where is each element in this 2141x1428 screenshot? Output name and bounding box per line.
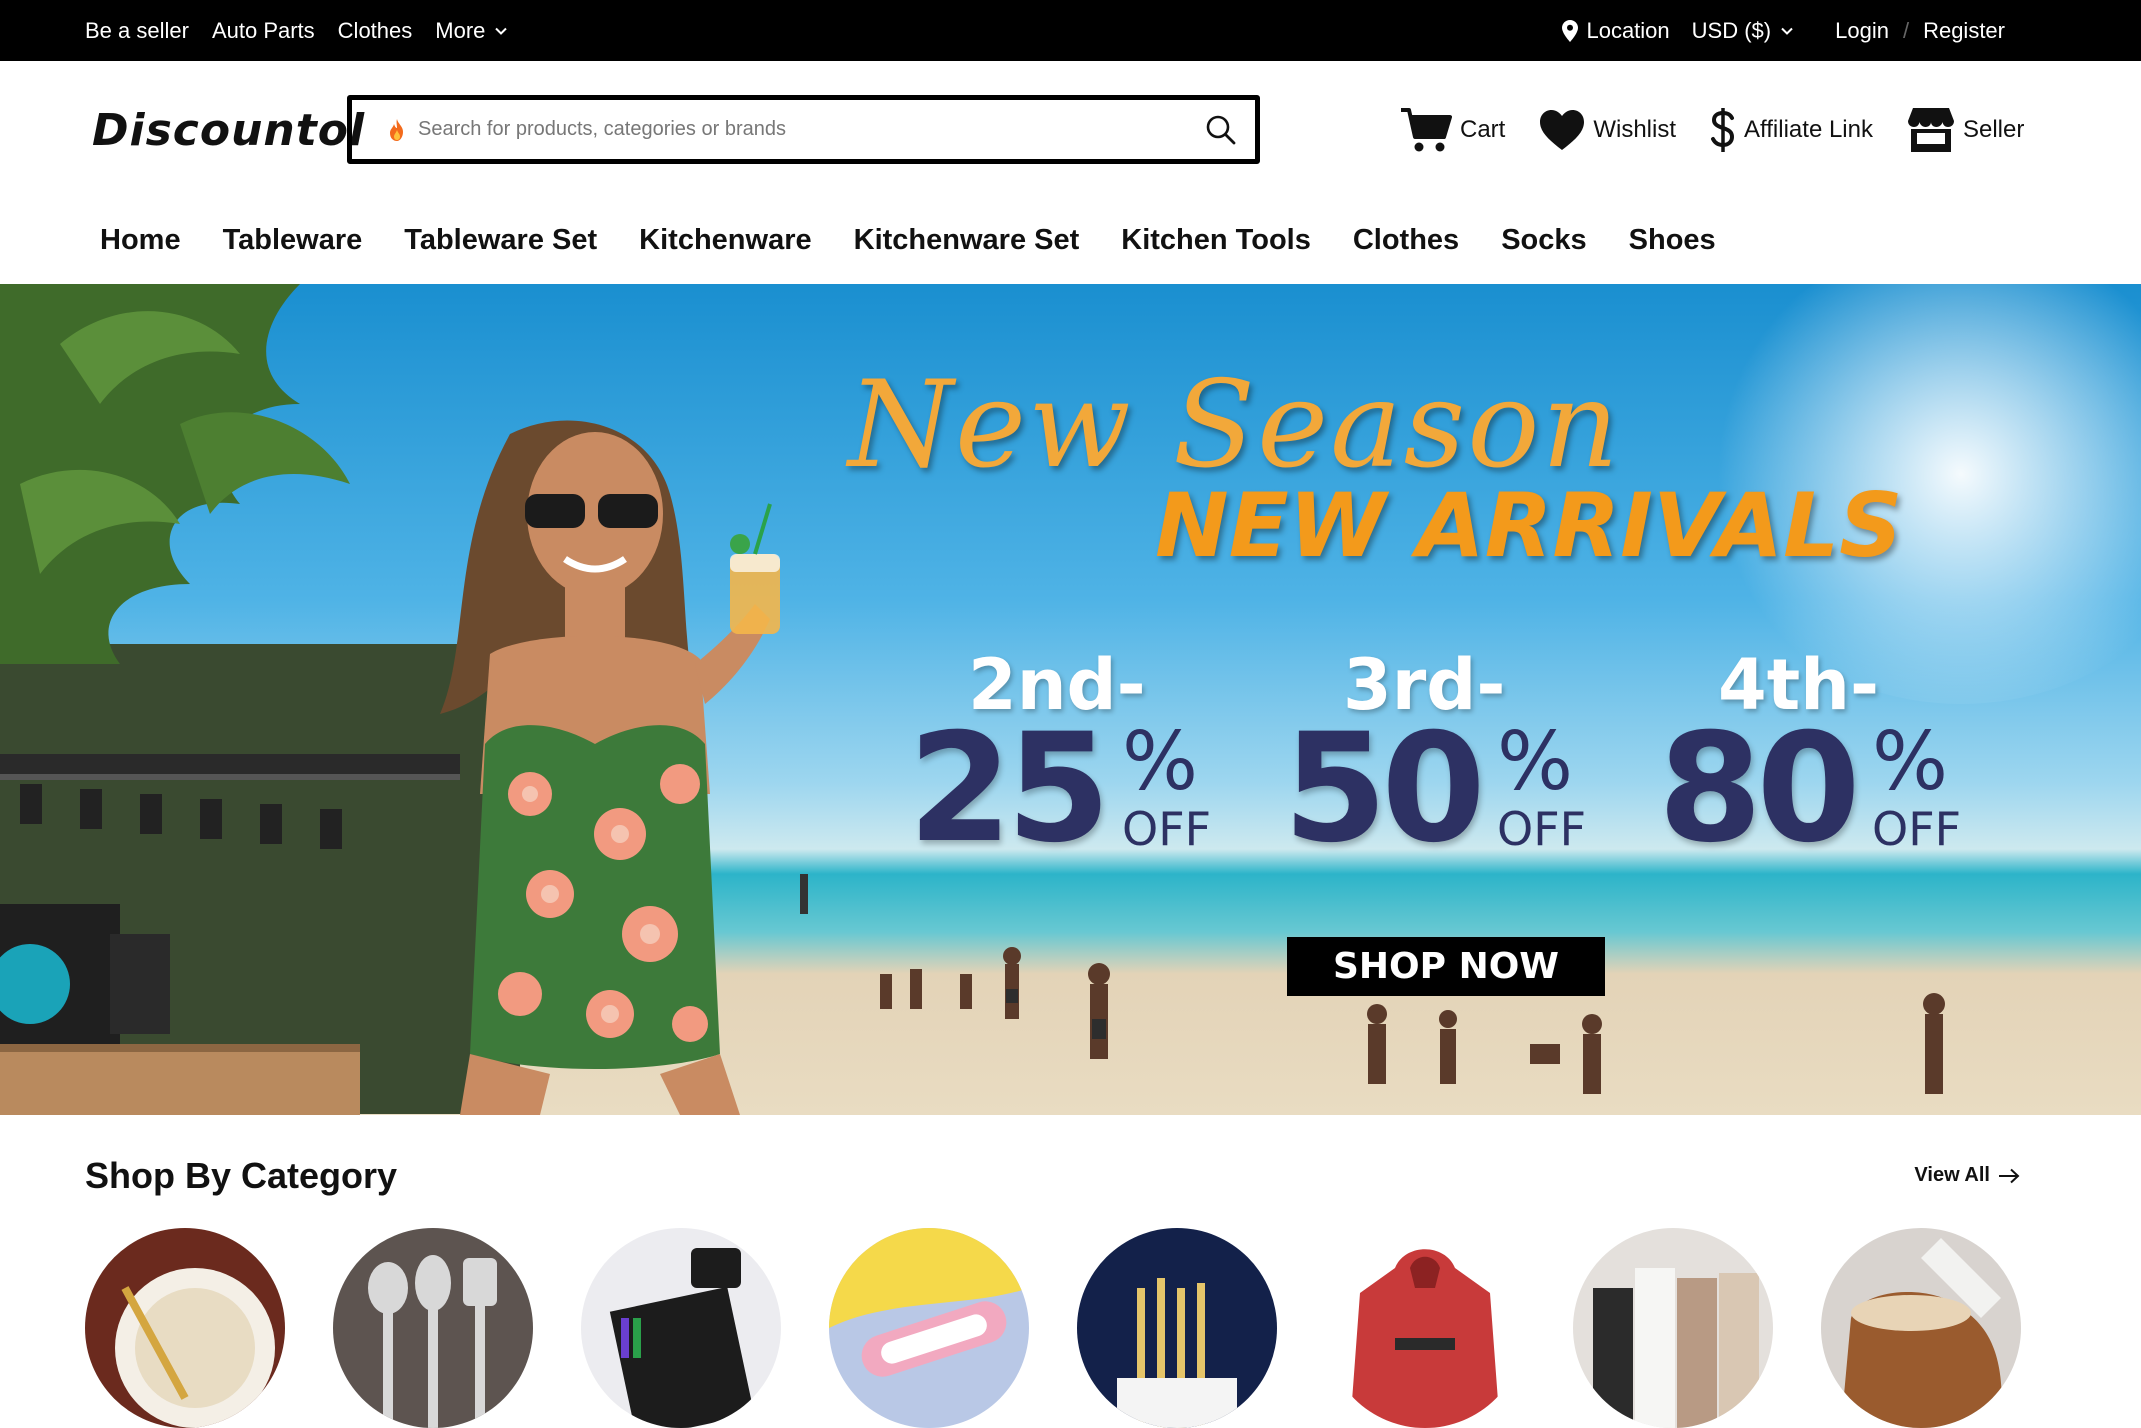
auto-parts-link[interactable]: Auto Parts bbox=[212, 18, 315, 44]
nav-item-kitchen-tools[interactable]: Kitchen Tools bbox=[1121, 224, 1311, 257]
cart-icon bbox=[1401, 108, 1452, 152]
offer-value: 50 bbox=[1283, 702, 1486, 876]
offer-off: OFF bbox=[1122, 802, 1212, 856]
more-dropdown[interactable]: More bbox=[435, 18, 509, 44]
nav-item-shoes[interactable]: Shoes bbox=[1629, 224, 1716, 257]
category-flatware[interactable] bbox=[1077, 1228, 1277, 1428]
view-all-label: View All bbox=[1914, 1164, 1990, 1186]
offer-off: OFF bbox=[1872, 802, 1962, 856]
affiliate-link[interactable]: Affiliate Link bbox=[1710, 107, 1873, 153]
utensils-thumbnail bbox=[368, 1255, 497, 1428]
chevron-down-icon bbox=[495, 27, 508, 35]
arrow-right-icon bbox=[1999, 1168, 2020, 1183]
boots-thumbnail bbox=[1841, 1238, 2002, 1428]
offer-3rd: 3rd- 50 % OFF bbox=[1283, 644, 1603, 884]
wishlist-link[interactable]: Wishlist bbox=[1539, 109, 1676, 151]
top-bar-left: Be a seller Auto Parts Clothes More bbox=[85, 0, 509, 61]
clothes-link[interactable]: Clothes bbox=[338, 18, 413, 44]
cart-label: Cart bbox=[1460, 116, 1506, 143]
flame-icon bbox=[390, 118, 403, 141]
header-links: Cart Wishlist Affiliate Link Seller bbox=[1400, 105, 2058, 155]
search-bar bbox=[347, 95, 1260, 164]
nav-item-tableware-set[interactable]: Tableware Set bbox=[404, 224, 597, 257]
currency-selector[interactable]: USD ($) bbox=[1692, 18, 1795, 44]
chevron-down-icon bbox=[1781, 27, 1793, 35]
offer-off: OFF bbox=[1497, 802, 1587, 856]
offer-2nd: 2nd- 25 % OFF bbox=[908, 644, 1228, 884]
view-all-link[interactable]: View All bbox=[1914, 1164, 2020, 1187]
dollar-icon bbox=[1711, 108, 1735, 152]
search-input[interactable] bbox=[418, 118, 1205, 141]
location-label: Location bbox=[1586, 17, 1670, 43]
nav-item-home[interactable]: Home bbox=[100, 224, 181, 257]
seller-label: Seller bbox=[1962, 116, 2025, 143]
affiliate-label: Affiliate Link bbox=[1744, 116, 1873, 143]
top-bar: Be a seller Auto Parts Clothes More Loca… bbox=[0, 0, 2141, 61]
category-hoodie[interactable] bbox=[1325, 1228, 1525, 1428]
nav-item-kitchenware[interactable]: Kitchenware bbox=[639, 224, 811, 257]
location-selector[interactable]: Location bbox=[1562, 17, 1670, 44]
category-kitchen-utensils[interactable] bbox=[333, 1228, 533, 1428]
category-socks[interactable] bbox=[1573, 1228, 1773, 1428]
hero-banner[interactable]: New Season NEW ARRIVALS 2nd- 25 % OFF 3r… bbox=[0, 284, 2141, 1115]
seller-link[interactable]: Seller bbox=[1907, 107, 2024, 153]
offer-percent: % bbox=[1872, 715, 1949, 808]
search-icon[interactable] bbox=[1205, 114, 1237, 146]
site-logo[interactable]: Discountol bbox=[92, 105, 365, 156]
shop-by-category-title: Shop By Category bbox=[85, 1155, 398, 1196]
more-label: More bbox=[435, 17, 486, 43]
category-knife-set[interactable] bbox=[581, 1228, 781, 1428]
hoodie-thumbnail bbox=[1350, 1249, 1500, 1428]
nav-item-socks[interactable]: Socks bbox=[1501, 224, 1586, 257]
wishlist-label: Wishlist bbox=[1593, 116, 1677, 143]
shop-now-button[interactable]: SHOP NOW bbox=[1287, 937, 1605, 996]
hero-headline: NEW ARRIVALS bbox=[1155, 474, 1903, 577]
nav-item-tableware[interactable]: Tableware bbox=[223, 224, 363, 257]
register-link[interactable]: Register bbox=[1923, 18, 2005, 44]
be-a-seller-link[interactable]: Be a seller bbox=[85, 18, 189, 44]
heart-icon bbox=[1540, 110, 1585, 150]
top-bar-right: Location USD ($) Login / Register bbox=[1562, 0, 2005, 61]
main-header: Discountol Cart Wishlist Affiliate Link … bbox=[0, 61, 2141, 199]
offer-value: 25 bbox=[908, 702, 1111, 876]
flatware-thumbnail bbox=[1117, 1278, 1237, 1428]
offer-4th: 4th- 80 % OFF bbox=[1658, 644, 1978, 884]
nav-item-clothes[interactable]: Clothes bbox=[1353, 224, 1459, 257]
category-tableware[interactable] bbox=[85, 1228, 285, 1428]
offer-percent: % bbox=[1497, 715, 1574, 808]
category-cutlery-case[interactable] bbox=[829, 1228, 1029, 1428]
cart-link[interactable]: Cart bbox=[1400, 107, 1505, 153]
login-link[interactable]: Login bbox=[1835, 18, 1889, 44]
category-boots[interactable] bbox=[1821, 1228, 2021, 1428]
tableware-thumbnail bbox=[115, 1268, 275, 1428]
login-register-separator: / bbox=[1902, 17, 1910, 43]
map-pin-icon bbox=[1562, 19, 1579, 42]
knife-set-thumbnail bbox=[609, 1248, 755, 1428]
offer-percent: % bbox=[1122, 715, 1199, 808]
cutlery-case-thumbnail bbox=[829, 1228, 1029, 1377]
store-icon bbox=[1907, 108, 1954, 152]
offer-value: 80 bbox=[1658, 702, 1861, 876]
currency-label: USD ($) bbox=[1691, 17, 1772, 43]
category-carousel bbox=[85, 1228, 2021, 1428]
socks-thumbnail bbox=[1593, 1268, 1759, 1428]
main-nav: Home Tableware Tableware Set Kitchenware… bbox=[100, 224, 1716, 257]
nav-item-kitchenware-set[interactable]: Kitchenware Set bbox=[854, 224, 1080, 257]
